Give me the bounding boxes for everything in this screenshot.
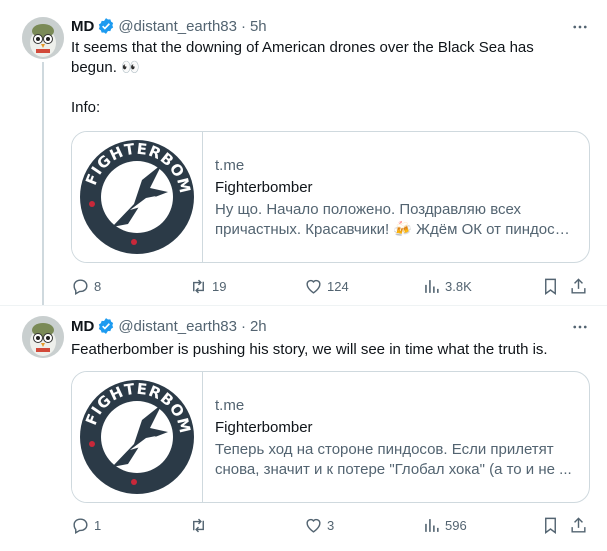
avatar[interactable]	[22, 316, 64, 358]
views-icon	[425, 279, 439, 293]
card-description-line: снова, значит и к потере "Глобал хока" (…	[215, 461, 572, 478]
verified-badge-icon	[99, 318, 114, 334]
more-options-button[interactable]	[570, 17, 590, 37]
card-domain: t.me	[215, 397, 245, 414]
card-title: Fighterbomber	[215, 419, 313, 436]
like-count: 3	[327, 517, 335, 533]
link-card[interactable]: FIGHTERBOMBER t.me Fighterbomber Теперь …	[71, 371, 590, 503]
bookmark-button[interactable]	[541, 274, 560, 298]
share-button[interactable]	[569, 513, 588, 537]
avatar-owl-icon	[22, 316, 64, 358]
like-button[interactable]: 3	[304, 513, 334, 537]
card-body: t.me Fighterbomber Ну що. Начало положен…	[215, 156, 575, 240]
thread-connector-line	[42, 62, 44, 305]
reply-button[interactable]: 8	[71, 274, 101, 298]
like-count: 124	[327, 278, 349, 294]
card-thumbnail: FIGHTERBOMBER	[72, 372, 203, 502]
card-description: Ну що. Начало положено. Поздравляю всех …	[215, 200, 575, 240]
card-title: Fighterbomber	[215, 179, 313, 196]
views-count: 3.8K	[445, 278, 472, 294]
retweet-count: 19	[212, 278, 227, 294]
bookmark-button[interactable]	[541, 513, 560, 537]
tweet-text: Featherbomber is pushing his story, we w…	[71, 341, 548, 358]
timestamp[interactable]: 5h	[250, 18, 267, 35]
retweet-icon	[193, 518, 204, 532]
reply-button[interactable]: 1	[71, 513, 101, 537]
like-button[interactable]: 124	[304, 274, 349, 298]
tweet-header: MD @distant_earth83 · 5h	[71, 16, 267, 36]
card-description-line: причастных. Красавчики! 🍻 Ждём ОК от пин…	[215, 221, 575, 238]
author-name[interactable]: MD	[71, 18, 94, 35]
reply-count: 1	[94, 517, 102, 533]
timestamp[interactable]: 2h	[250, 318, 267, 335]
card-body: t.me Fighterbomber Теперь ход на стороне…	[215, 396, 575, 480]
retweet-icon	[193, 279, 204, 293]
avatar[interactable]	[22, 17, 64, 59]
retweet-button[interactable]	[189, 513, 212, 537]
card-description-line: Теперь ход на стороне пиндосов. Если при…	[215, 441, 554, 458]
fighterbomber-logo-icon: FIGHTERBOMBER	[72, 372, 194, 494]
views-button[interactable]: 596	[422, 513, 467, 537]
retweet-button[interactable]: 19	[189, 274, 226, 298]
author-name[interactable]: MD	[71, 318, 94, 335]
author-handle[interactable]: @distant_earth83	[118, 18, 237, 35]
like-icon	[306, 518, 321, 533]
reply-icon	[73, 517, 88, 534]
card-thumbnail: FIGHTERBOMBER	[72, 132, 203, 262]
views-count: 596	[445, 517, 467, 533]
fighterbomber-logo-icon: FIGHTERBOMBER	[72, 132, 194, 254]
separator-dot: ·	[240, 317, 246, 335]
views-button[interactable]: 3.8K	[422, 274, 472, 298]
link-card[interactable]: FIGHTERBOMBER t.me Fighterbomber Ну що. …	[71, 131, 590, 263]
more-icon	[573, 25, 587, 29]
card-description-line: Ну що. Начало положено. Поздравляю всех	[215, 201, 522, 218]
tweet-text: It seems that the downing of American dr…	[71, 39, 534, 116]
verified-badge-icon	[99, 18, 114, 34]
share-icon	[571, 516, 586, 533]
share-button[interactable]	[569, 274, 588, 298]
action-bar: 8 19 124 3.8K	[71, 274, 591, 298]
avatar-owl-icon	[22, 17, 64, 59]
more-icon	[573, 325, 587, 329]
card-domain: t.me	[215, 157, 245, 174]
reply-count: 8	[94, 278, 102, 294]
bookmark-icon	[545, 517, 556, 534]
action-bar: 1 3 596	[71, 513, 591, 537]
more-options-button[interactable]	[570, 317, 590, 337]
author-handle[interactable]: @distant_earth83	[118, 318, 237, 335]
like-icon	[306, 279, 321, 294]
separator-dot: ·	[240, 17, 246, 35]
share-icon	[571, 277, 586, 294]
reply-icon	[73, 278, 88, 295]
tweet-header: MD @distant_earth83 · 2h	[71, 316, 267, 336]
tweet[interactable]: MD @distant_earth83 · 2h Featherbomber i…	[0, 306, 607, 551]
bookmark-icon	[545, 278, 556, 295]
card-description: Теперь ход на стороне пиндосов. Если при…	[215, 440, 575, 480]
views-icon	[425, 518, 439, 532]
tweet[interactable]: MD @distant_earth83 · 5h It seems that t…	[0, 0, 607, 305]
